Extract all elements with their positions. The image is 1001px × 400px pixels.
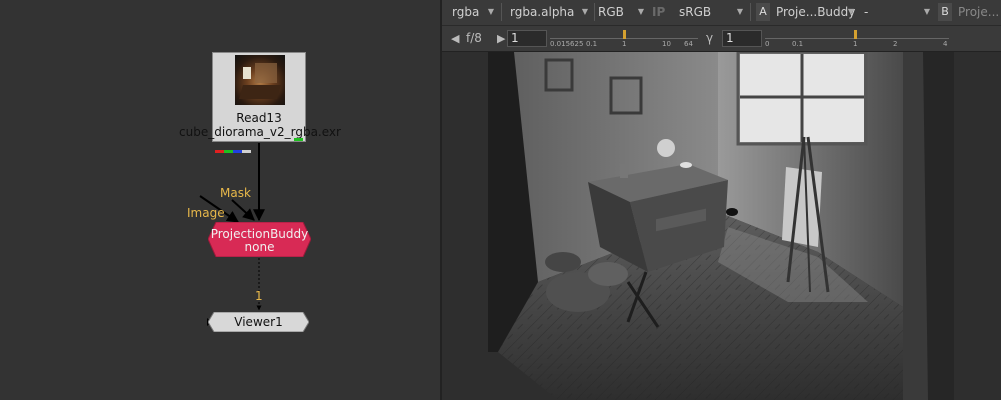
toolbar-separator xyxy=(501,3,502,21)
colorspace-value: sRGB xyxy=(679,5,712,19)
display-channels-dropdown[interactable]: RGB ▼ xyxy=(592,2,648,22)
display-channels-value: RGB xyxy=(598,5,624,19)
viewer-node[interactable]: Viewer1 xyxy=(208,312,309,332)
b-input-value: Proje... xyxy=(958,5,1000,19)
read-node-output-indicator xyxy=(294,138,303,141)
colorspace-dropdown[interactable]: sRGB ▼ xyxy=(673,2,747,22)
viewer-viewport[interactable] xyxy=(442,52,1001,400)
gain-tick-label: 64 xyxy=(684,40,693,48)
compare-operation-dropdown[interactable]: - ▼ xyxy=(858,2,934,22)
channel-dropdown[interactable]: rgba.alpha ▼ xyxy=(504,2,592,22)
gamma-tick-label: 2 xyxy=(893,40,898,48)
a-input-dropdown[interactable]: Proje...Buddy ▼ xyxy=(770,2,858,22)
viewer-toolbar-top: rgba ▼ rgba.alpha ▼ RGB ▼ IP sRGB ▼ A Pr… xyxy=(442,0,1001,26)
read-node-thumbnail xyxy=(235,55,285,105)
rendered-diorama-image xyxy=(488,52,954,400)
gamma-tick-label: 4 xyxy=(943,40,948,48)
gamma-slider[interactable]: 0 0.1 1 2 4 xyxy=(765,30,949,48)
projectionbuddy-node[interactable]: ProjectionBuddy none xyxy=(208,222,311,257)
a-input-value: Proje...Buddy xyxy=(776,5,856,19)
triangle-left-icon[interactable]: ◀ xyxy=(451,30,459,47)
fstop-toggle[interactable]: f/8 xyxy=(466,30,482,47)
gain-slider[interactable]: 0.015625 0.1 1 10 64 xyxy=(550,30,698,48)
viewer-node-label: Viewer1 xyxy=(234,315,283,329)
gain-tick-label: 10 xyxy=(662,40,671,48)
gamma-tick-label: 1 xyxy=(853,40,858,48)
layer-dropdown[interactable]: rgba ▼ xyxy=(446,2,498,22)
read-node[interactable]: Read13 cube_diorama_v2_rgba.exr xyxy=(179,52,341,153)
read-node-channel-indicator xyxy=(215,138,255,153)
gain-tick-label: 1 xyxy=(622,40,627,48)
gamma-input[interactable]: 1 xyxy=(722,30,762,47)
viewer-toolbar-exposure: ◀ f/8 ▶ 1 0.015625 0.1 1 10 64 γ 1 0 0.1… xyxy=(442,26,1001,52)
dropdown-arrow-icon: ▼ xyxy=(637,7,644,16)
node-graph-panel[interactable]: Read13 cube_diorama_v2_rgba.exr Mask Ima… xyxy=(0,0,440,400)
mask-input-label: Mask xyxy=(220,186,251,200)
projectionbuddy-node-subtitle: none xyxy=(244,240,275,254)
gain-tick-label: 0.015625 xyxy=(550,40,584,48)
dropdown-arrow-icon: ▼ xyxy=(487,7,494,16)
dropdown-arrow-icon: ▼ xyxy=(847,7,854,16)
viewer-panel: rgba ▼ rgba.alpha ▼ RGB ▼ IP sRGB ▼ A Pr… xyxy=(442,0,1001,400)
channel-dropdown-value: rgba.alpha xyxy=(510,5,575,19)
gain-input[interactable]: 1 xyxy=(507,30,547,47)
dropdown-arrow-icon: ▼ xyxy=(581,7,588,16)
b-input-label: B xyxy=(938,3,952,21)
edge-mask-input[interactable] xyxy=(231,199,255,221)
gamma-tick-label: 0 xyxy=(765,40,770,48)
b-input-dropdown[interactable]: Proje... xyxy=(952,2,1001,22)
dropdown-arrow-icon: ▼ xyxy=(736,7,743,16)
gain-tick-label: 0.1 xyxy=(586,40,598,48)
read-node-title: Read13 xyxy=(236,111,282,125)
gamma-label: γ xyxy=(706,31,714,45)
a-input-label: A xyxy=(756,3,770,21)
input-process-toggle[interactable]: IP xyxy=(652,2,665,22)
gamma-slider-ticks xyxy=(765,30,949,39)
viewer-input-number: 1 xyxy=(255,289,263,303)
gamma-tick-label: 0.1 xyxy=(792,40,804,48)
image-input-label: Image xyxy=(187,206,225,220)
layer-dropdown-value: rgba xyxy=(452,5,480,19)
compare-operation-value: - xyxy=(864,5,869,19)
gain-slider-handle[interactable] xyxy=(623,30,626,39)
triangle-right-icon[interactable]: ▶ xyxy=(497,30,505,47)
toolbar-separator xyxy=(750,3,751,21)
read-node-filename: cube_diorama_v2_rgba.exr xyxy=(179,125,341,139)
gamma-slider-handle[interactable] xyxy=(854,30,857,39)
dropdown-arrow-icon: ▼ xyxy=(923,7,930,16)
